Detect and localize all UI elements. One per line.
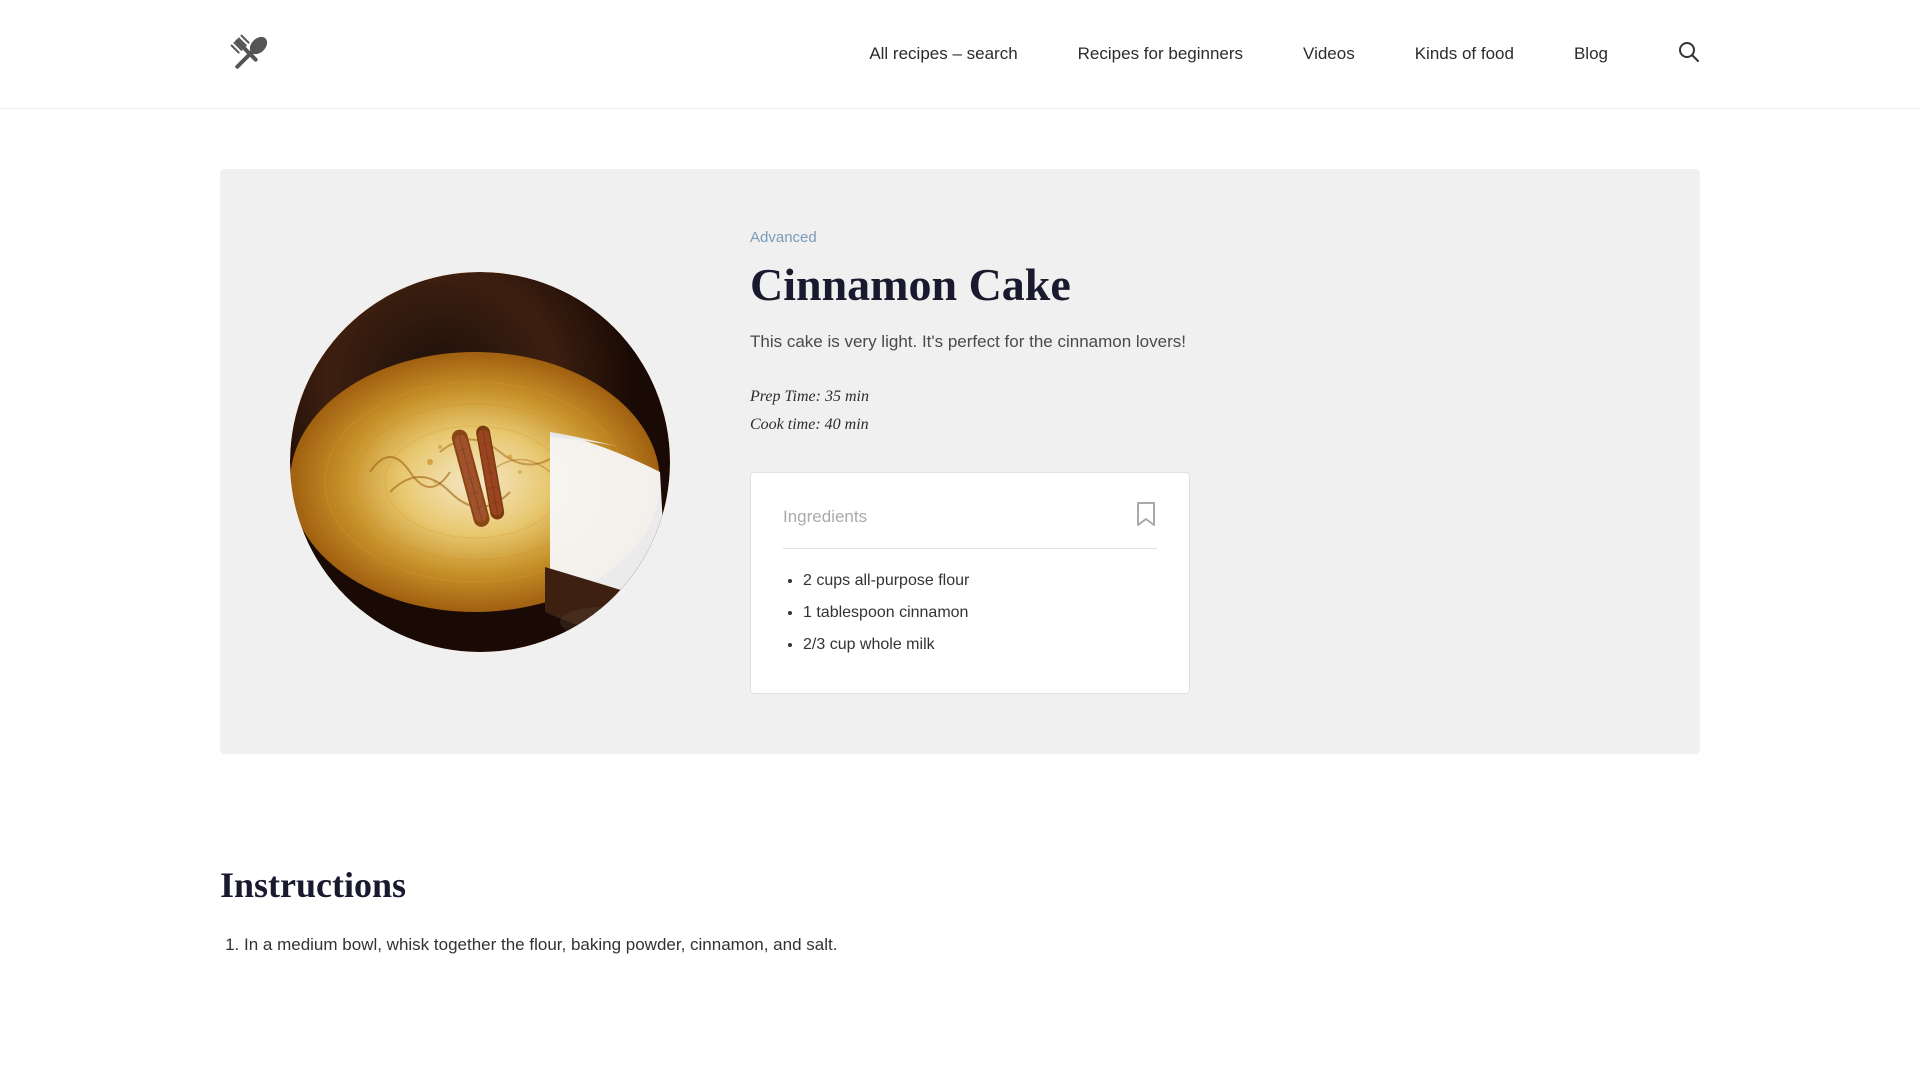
ingredient-item: 2/3 cup whole milk (803, 629, 1157, 661)
prep-time: Prep Time: 35 min (750, 383, 1630, 412)
instruction-step: In a medium bowl, whisk together the flo… (244, 930, 1700, 961)
site-header: All recipes – search Recipes for beginne… (0, 0, 1920, 109)
nav-kinds-of-food[interactable]: Kinds of food (1415, 44, 1514, 64)
cook-time: Cook time: 40 min (750, 411, 1630, 440)
nav-all-recipes[interactable]: All recipes – search (869, 44, 1017, 64)
ingredients-title: Ingredients (783, 507, 867, 527)
recipe-title: Cinnamon Cake (750, 258, 1630, 311)
nav-blog[interactable]: Blog (1574, 44, 1608, 64)
cake-image (290, 272, 670, 652)
ingredient-item: 1 tablespoon cinnamon (803, 597, 1157, 629)
recipe-times: Prep Time: 35 min Cook time: 40 min (750, 383, 1630, 441)
instructions-section: Instructions In a medium bowl, whisk tog… (0, 814, 1920, 1033)
ingredients-card: Ingredients 2 cups all-purpose flour 1 t… (750, 472, 1190, 694)
instructions-title: Instructions (220, 864, 1700, 906)
logo-icon (220, 24, 280, 84)
ingredient-item: 2 cups all-purpose flour (803, 565, 1157, 597)
nav-videos[interactable]: Videos (1303, 44, 1355, 64)
instructions-list: In a medium bowl, whisk together the flo… (220, 930, 1700, 961)
recipe-hero: Advanced Cinnamon Cake This cake is very… (220, 169, 1700, 754)
bookmark-icon[interactable] (1135, 501, 1157, 532)
main-nav: All recipes – search Recipes for beginne… (869, 41, 1700, 68)
ingredients-list: 2 cups all-purpose flour 1 tablespoon ci… (783, 565, 1157, 661)
logo-area[interactable] (220, 24, 280, 84)
ingredients-header: Ingredients (783, 501, 1157, 549)
recipe-description: This cake is very light. It's perfect fo… (750, 329, 1630, 355)
recipe-info: Advanced Cinnamon Cake This cake is very… (750, 229, 1630, 694)
search-icon[interactable] (1678, 41, 1700, 68)
recipe-level: Advanced (750, 229, 1630, 246)
nav-beginners[interactable]: Recipes for beginners (1078, 44, 1243, 64)
